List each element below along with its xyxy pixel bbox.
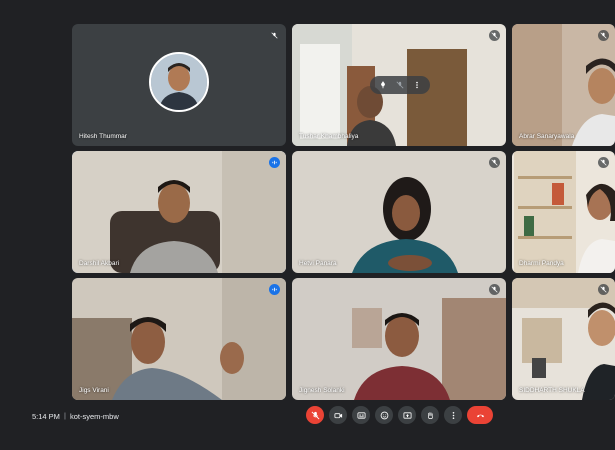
more-options-icon: [452, 411, 454, 419]
present-icon: [402, 411, 412, 419]
emoji-icon: [380, 411, 388, 419]
participant-tile-darshil-akbari[interactable]: Darshil Akbari: [72, 151, 286, 273]
speaking-indicator-icon: [269, 157, 280, 168]
participant-tile-abrar-sanaryawala[interactable]: Abrar Sanaryawala: [512, 24, 615, 146]
raise-hand-icon: [427, 411, 433, 419]
mic-muted-icon: [598, 284, 609, 295]
speaking-indicator-icon: [269, 284, 280, 295]
meeting-separator: |: [64, 411, 66, 420]
participant-tile-siddharth-shukla[interactable]: SIDDHARTH SHUKLA: [512, 278, 615, 400]
camera-icon: [333, 412, 342, 418]
participant-video: [512, 151, 615, 273]
participant-video: [512, 24, 615, 146]
meeting-control-bar: 5:14 PM | kot-syem-mbw: [0, 402, 615, 450]
end-call-button[interactable]: [467, 406, 493, 424]
mic-muted-icon: [598, 157, 609, 168]
participant-name: Jignesh Solanki: [299, 387, 345, 394]
emoji-button[interactable]: [375, 406, 393, 424]
tile-options-bar: [370, 76, 430, 94]
mic-muted-icon: [489, 157, 500, 168]
captions-button[interactable]: [352, 406, 370, 424]
mic-muted-icon: [269, 30, 280, 41]
participant-name: Hetvi Panara: [299, 260, 337, 267]
participant-tile-dharmi-pandya[interactable]: Dharmi Pandya: [512, 151, 615, 273]
participant-tile-jignesh-solanki[interactable]: Jignesh Solanki: [292, 278, 506, 400]
end-call-icon: [476, 414, 484, 417]
mic-muted-icon: [598, 30, 609, 41]
participant-name: SIDDHARTH SHUKLA: [519, 387, 585, 394]
camera-button[interactable]: [329, 406, 347, 424]
participant-video: [292, 278, 506, 400]
participant-video: [72, 278, 286, 400]
meeting-code: kot-syem-mbw: [70, 412, 119, 421]
mic-muted-icon: [489, 284, 500, 295]
participant-tile-hetvi-panara[interactable]: Hetvi Panara: [292, 151, 506, 273]
participant-tile-tushar-khambhaliya[interactable]: Tushar Khambhaliya: [292, 24, 506, 146]
participant-name: Abrar Sanaryawala: [519, 133, 575, 140]
pin-icon[interactable]: [377, 79, 389, 91]
participant-tile-jigs-virani[interactable]: Jigs Virani: [72, 278, 286, 400]
participant-name: Jigs Virani: [79, 387, 109, 394]
mic-off-icon: [311, 411, 319, 419]
avatar: [149, 52, 209, 112]
participant-name: Darshil Akbari: [79, 260, 120, 267]
mute-participant-icon[interactable]: [394, 79, 406, 91]
captions-icon: [356, 411, 366, 419]
participant-name: Tushar Khambhaliya: [299, 133, 359, 140]
more-icon[interactable]: [411, 79, 423, 91]
participant-name: Dharmi Pandya: [519, 260, 564, 267]
meeting-time: 5:14 PM: [32, 412, 60, 421]
participant-video: [292, 151, 506, 273]
mic-muted-icon: [489, 30, 500, 41]
participant-grid: Hitesh Thummar Tushar Khambhaliya Abrar …: [72, 24, 615, 402]
mic-off-button[interactable]: [306, 406, 324, 424]
participant-name: Hitesh Thummar: [79, 133, 127, 140]
present-button[interactable]: [398, 406, 416, 424]
raise-hand-button[interactable]: [421, 406, 439, 424]
participant-video: [72, 151, 286, 273]
more-options-button[interactable]: [444, 406, 462, 424]
participant-tile-hitesh-thummar[interactable]: Hitesh Thummar: [72, 24, 286, 146]
participant-video: [512, 278, 615, 400]
